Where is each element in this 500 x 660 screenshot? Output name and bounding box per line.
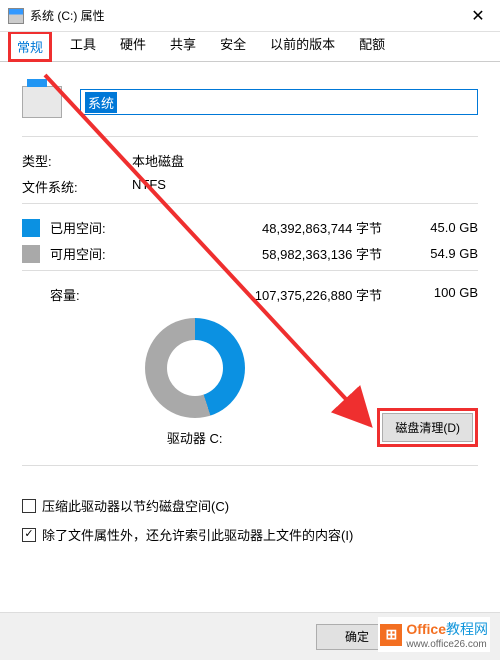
- drive-icon: [8, 8, 24, 24]
- index-checkbox[interactable]: ✓: [22, 528, 36, 542]
- tab-sharing[interactable]: 共享: [164, 28, 202, 61]
- tab-hardware[interactable]: 硬件: [114, 28, 152, 61]
- free-bytes: 58,982,363,136 字节: [130, 244, 414, 263]
- annotation-highlight: 磁盘清理(D): [377, 408, 478, 447]
- drive-large-icon: [22, 86, 62, 118]
- free-label: 可用空间:: [50, 244, 130, 263]
- capacity-bytes: 107,375,226,880 字节: [130, 285, 414, 304]
- watermark-text2: 教程网: [446, 621, 488, 637]
- free-swatch: [22, 245, 40, 263]
- drive-name-value: 系统: [85, 92, 117, 113]
- index-label: 除了文件属性外，还允许索引此驱动器上文件的内容(I): [42, 525, 353, 544]
- watermark: ⊞ Office教程网 www.office26.com: [378, 617, 490, 652]
- divider: [22, 203, 478, 204]
- tab-general[interactable]: 常规: [8, 31, 52, 62]
- compress-label: 压缩此驱动器以节约磁盘空间(C): [42, 496, 229, 515]
- compress-checkbox[interactable]: [22, 499, 36, 513]
- type-label: 类型:: [22, 151, 132, 170]
- divider: [22, 465, 478, 466]
- space-table: 已用空间: 48,392,863,744 字节 45.0 GB 可用空间: 58…: [22, 218, 478, 263]
- close-button[interactable]: ✕: [456, 0, 500, 32]
- type-value: 本地磁盘: [132, 151, 184, 170]
- used-bytes: 48,392,863,744 字节: [130, 218, 414, 237]
- window-title: 系统 (C:) 属性: [30, 7, 105, 24]
- drive-name-input[interactable]: 系统: [80, 89, 478, 115]
- tab-previous-versions[interactable]: 以前的版本: [264, 28, 341, 61]
- free-size: 54.9 GB: [414, 246, 478, 261]
- usage-pie-chart: [145, 318, 245, 418]
- tab-security[interactable]: 安全: [214, 28, 252, 61]
- used-size: 45.0 GB: [414, 220, 478, 235]
- used-label: 已用空间:: [50, 218, 130, 237]
- watermark-text1: Office: [406, 621, 446, 637]
- disk-cleanup-button[interactable]: 磁盘清理(D): [382, 413, 473, 442]
- used-swatch: [22, 219, 40, 237]
- tab-bar: 常规 工具 硬件 共享 安全 以前的版本 配额: [0, 32, 500, 62]
- tab-tools[interactable]: 工具: [64, 28, 102, 61]
- divider: [22, 136, 478, 137]
- divider: [22, 270, 478, 271]
- filesystem-value: NTFS: [132, 177, 166, 196]
- drive-label: 驱动器 C:: [22, 428, 367, 447]
- window-titlebar: 系统 (C:) 属性 ✕: [0, 0, 500, 32]
- watermark-icon: ⊞: [380, 624, 402, 646]
- tab-quota[interactable]: 配额: [353, 28, 391, 61]
- watermark-url: www.office26.com: [406, 639, 488, 650]
- capacity-size: 100 GB: [414, 285, 478, 304]
- capacity-label: 容量:: [22, 285, 130, 304]
- filesystem-label: 文件系统:: [22, 177, 132, 196]
- tab-content: 系统 类型: 本地磁盘 文件系统: NTFS 已用空间: 48,392,863,…: [0, 62, 500, 564]
